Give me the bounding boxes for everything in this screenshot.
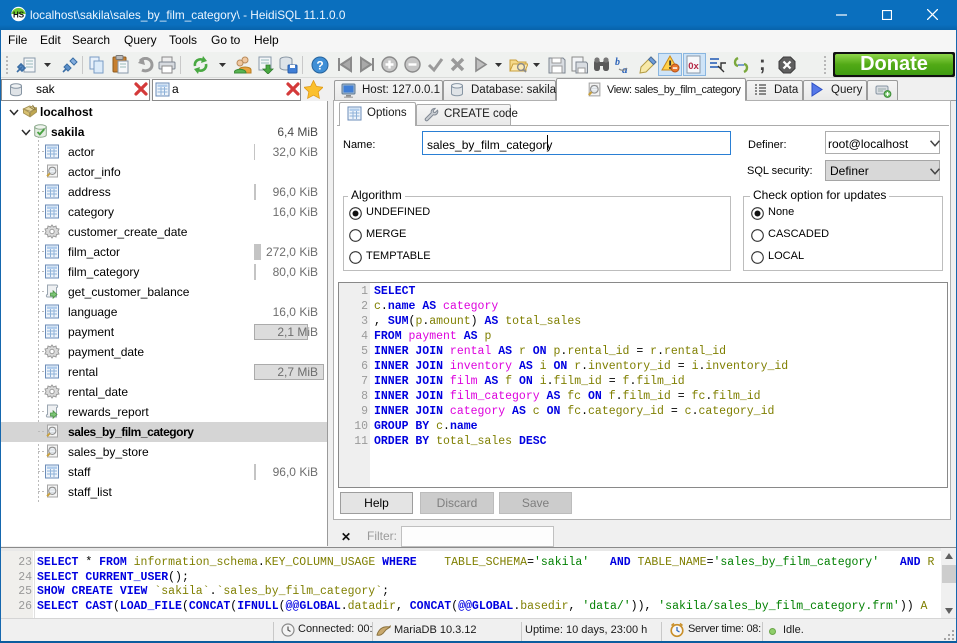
svg-text:0x: 0x xyxy=(688,61,699,72)
svg-text:b: b xyxy=(615,57,620,68)
svg-text:?: ? xyxy=(316,59,323,73)
svg-text:HS: HS xyxy=(13,11,25,20)
